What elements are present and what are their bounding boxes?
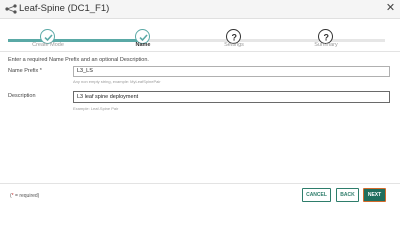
next-button[interactable]: NEXT — [363, 188, 386, 202]
name-prefix-label: Name Prefix * — [8, 68, 42, 74]
name-prefix-input[interactable]: L3_LS — [73, 66, 390, 77]
step-label-settings[interactable]: Settings — [209, 42, 259, 48]
step-label-name[interactable]: Name — [118, 42, 168, 48]
cancel-button[interactable]: CANCEL — [302, 188, 331, 202]
name-prefix-helper: Any non empty string, example: MyLeafSpi… — [73, 79, 161, 84]
footer-divider — [0, 183, 400, 184]
description-input[interactable]: L3 leaf spine deployment — [73, 91, 390, 103]
close-icon[interactable]: ✕ — [384, 2, 397, 15]
required-note: (* = required) — [10, 193, 40, 199]
divider — [0, 51, 400, 52]
svg-text:?: ? — [232, 32, 238, 42]
back-button[interactable]: BACK — [336, 188, 359, 202]
description-label: Description — [8, 93, 36, 99]
step-label-summary[interactable]: Summary — [301, 42, 351, 48]
description-helper: Example: Leaf-Spine Pair — [73, 106, 119, 111]
form-intro-text: Enter a required Name Prefix and an opti… — [8, 57, 149, 63]
step-label-create-mode[interactable]: Create Mode — [23, 42, 73, 48]
window-title: Leaf-Spine (DC1_F1) — [19, 3, 110, 14]
title-bar: Leaf-Spine (DC1_F1) ✕ — [0, 0, 400, 19]
topology-icon — [5, 4, 17, 14]
svg-text:?: ? — [324, 32, 330, 42]
